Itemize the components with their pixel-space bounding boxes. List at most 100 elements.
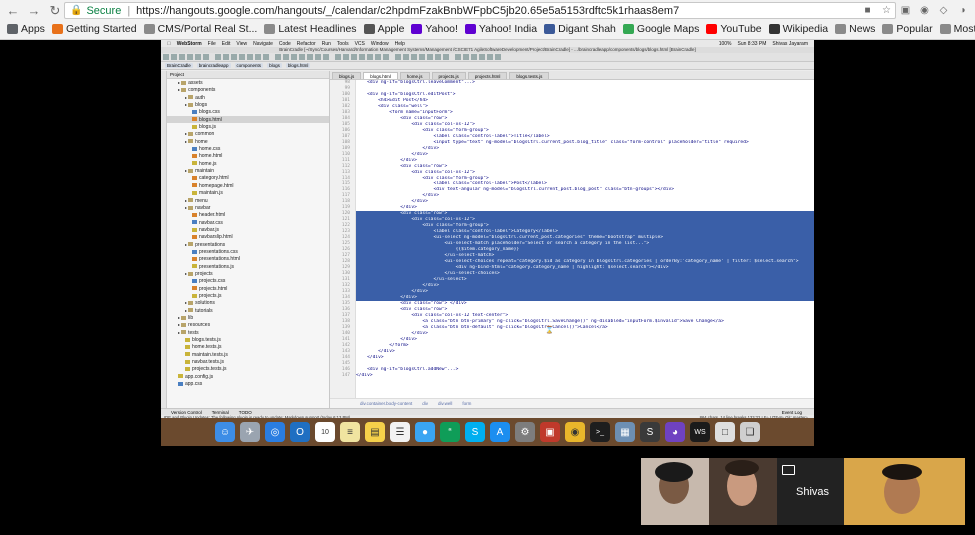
- tree-item[interactable]: ▸ navbar: [167, 204, 329, 211]
- tree-item[interactable]: navbar.tests.js: [167, 358, 329, 365]
- code-line[interactable]: <div class="form-group">: [356, 176, 814, 182]
- notes-icon[interactable]: ≡: [340, 422, 360, 442]
- code-line[interactable]: <div class="row">: [356, 307, 814, 313]
- code-line[interactable]: <input type="text" ng-model="blogsCtrl.c…: [356, 140, 814, 146]
- code-line[interactable]: <div class="well">: [356, 104, 814, 110]
- extension-icon-4[interactable]: ◑: [955, 3, 970, 18]
- tree-item[interactable]: presentations.js: [167, 263, 329, 270]
- tree-item[interactable]: ▸ tests: [167, 329, 329, 336]
- tree-item[interactable]: app.css: [167, 380, 329, 387]
- tree-item[interactable]: blogs.css: [167, 108, 329, 115]
- back-icon[interactable]: ←: [5, 3, 21, 19]
- code-line[interactable]: </div>: [356, 337, 814, 343]
- tree-item[interactable]: blogs.html: [167, 115, 329, 124]
- project-header[interactable]: Project: [167, 71, 329, 79]
- participant-video-2[interactable]: [709, 458, 777, 525]
- stickies-icon[interactable]: ▤: [365, 422, 385, 442]
- toolbar-button-icon[interactable]: [323, 54, 329, 60]
- code-line[interactable]: <label class="control-label">Post</label…: [356, 181, 814, 187]
- editor-breadcrumb-item[interactable]: div.container.body-content: [360, 401, 412, 406]
- tree-item[interactable]: ▸ common: [167, 130, 329, 137]
- toolbar-button-icon[interactable]: [299, 54, 305, 60]
- extension-icon[interactable]: ▣: [898, 3, 913, 18]
- code-line[interactable]: </div>: [356, 288, 814, 295]
- code-line[interactable]: </div>: [356, 146, 814, 152]
- bookmark-item[interactable]: Apple: [363, 23, 404, 35]
- toolbar-button-icon[interactable]: [367, 54, 373, 60]
- reload-icon[interactable]: ↻: [47, 3, 63, 19]
- breadcrumb-item[interactable]: blogs.html: [285, 63, 311, 68]
- code-line[interactable]: <div text-angular ng-model="blogsCtrl.cu…: [356, 187, 814, 193]
- tree-item[interactable]: blogs.tests.js: [167, 336, 329, 343]
- sublime-icon[interactable]: S: [640, 422, 660, 442]
- toolbar-button-icon[interactable]: [275, 54, 281, 60]
- code-line[interactable]: <div class="col-xs-12">: [356, 217, 814, 223]
- mac-menu-item[interactable]: Code: [279, 41, 291, 47]
- mac-menu-item[interactable]: Navigate: [253, 41, 273, 47]
- star-icon[interactable]: ☆: [879, 3, 894, 18]
- bookmark-item[interactable]: Digant Shah: [544, 23, 616, 35]
- code-editor[interactable]: blogs.js blogs.html home.js projects.js proj…: [330, 71, 814, 408]
- terminal-icon[interactable]: >_: [590, 422, 610, 442]
- toolbar-button-icon[interactable]: [231, 54, 237, 60]
- hangouts-icon[interactable]: “: [440, 422, 460, 442]
- tree-item[interactable]: ▸ maintain: [167, 167, 329, 174]
- mac-menu-item[interactable]: Refactor: [297, 41, 316, 47]
- tree-item[interactable]: ▸ assets: [167, 79, 329, 86]
- tree-item[interactable]: header.html: [167, 211, 329, 218]
- tree-item[interactable]: category.html: [167, 174, 329, 181]
- toolbar-button-icon[interactable]: [435, 54, 441, 60]
- tree-item[interactable]: navbarslip.html: [167, 233, 329, 240]
- apple-icon[interactable]: : [167, 41, 171, 47]
- code-line[interactable]: </ui-select>: [356, 277, 814, 283]
- code-line[interactable]: </div>: [356, 331, 814, 337]
- code-line[interactable]: </div>: [356, 193, 814, 199]
- editor-tab[interactable]: blogs.html: [363, 72, 398, 79]
- code-line[interactable]: <form name="inputForm">: [356, 110, 814, 116]
- tree-item[interactable]: ▸ tutorials: [167, 307, 329, 314]
- toolbar-button-icon[interactable]: [195, 54, 201, 60]
- bookmark-item[interactable]: Wikipedia: [768, 23, 828, 35]
- reminders-icon[interactable]: ☰: [390, 422, 410, 442]
- participant-video-3[interactable]: [844, 458, 965, 525]
- mac-menu-item[interactable]: Window: [371, 41, 389, 47]
- breadcrumb-item[interactable]: components: [234, 63, 264, 68]
- toolbar-button-icon[interactable]: [179, 54, 185, 60]
- address-bar[interactable]: 🔒 Secure | https://hangouts.google.com/h…: [64, 2, 896, 19]
- breadcrumb-item[interactable]: braincradleapp: [196, 63, 231, 68]
- code-line[interactable]: </div>: [356, 355, 814, 361]
- photo-booth-icon[interactable]: ▣: [540, 422, 560, 442]
- bookmark-item[interactable]: Latest Headlines: [264, 23, 357, 35]
- preview-icon[interactable]: ▦: [615, 422, 635, 442]
- code-line[interactable]: <ui-select-choices repeat="category.$id …: [356, 259, 814, 265]
- editor-breadcrumb-item[interactable]: div: [422, 401, 428, 406]
- toolbar-button-icon[interactable]: [263, 54, 269, 60]
- code-line[interactable]: <div class="form-group">: [356, 128, 814, 134]
- code-line[interactable]: [356, 361, 814, 367]
- mac-menu-item[interactable]: View: [236, 41, 247, 47]
- calendar-icon[interactable]: 10: [315, 422, 335, 442]
- toolbar-button-icon[interactable]: [171, 54, 177, 60]
- toolbar-button-icon[interactable]: [487, 54, 493, 60]
- tree-item[interactable]: home.html: [167, 152, 329, 159]
- code-line[interactable]: </form>: [356, 343, 814, 349]
- toolbar-button-icon[interactable]: [495, 54, 501, 60]
- finder-icon[interactable]: ☺: [215, 422, 235, 442]
- bookmark-item[interactable]: CMS/Portal Real St...: [143, 23, 257, 35]
- mac-menu-item[interactable]: Tools: [337, 41, 349, 47]
- bookmark-item[interactable]: Apps: [7, 23, 45, 35]
- messages-icon[interactable]: ●: [415, 422, 435, 442]
- mac-menu-item[interactable]: File: [208, 41, 216, 47]
- bookmark-item[interactable]: Yahoo!: [411, 23, 458, 35]
- toolbar-button-icon[interactable]: [427, 54, 433, 60]
- toolbar-button-icon[interactable]: [351, 54, 357, 60]
- tree-item[interactable]: navbar.js: [167, 226, 329, 233]
- tree-item[interactable]: ▸ resources: [167, 321, 329, 328]
- trash-icon[interactable]: ❑: [740, 422, 760, 442]
- code-line[interactable]: <div class="col-xs-12">: [356, 170, 814, 176]
- toolbar-button-icon[interactable]: [375, 54, 381, 60]
- code-line[interactable]: {{$item.category_name}}: [356, 247, 814, 253]
- code-line[interactable]: <div class="row">: [356, 116, 814, 122]
- toolbar-button-icon[interactable]: [403, 54, 409, 60]
- tree-item[interactable]: projects.html: [167, 285, 329, 292]
